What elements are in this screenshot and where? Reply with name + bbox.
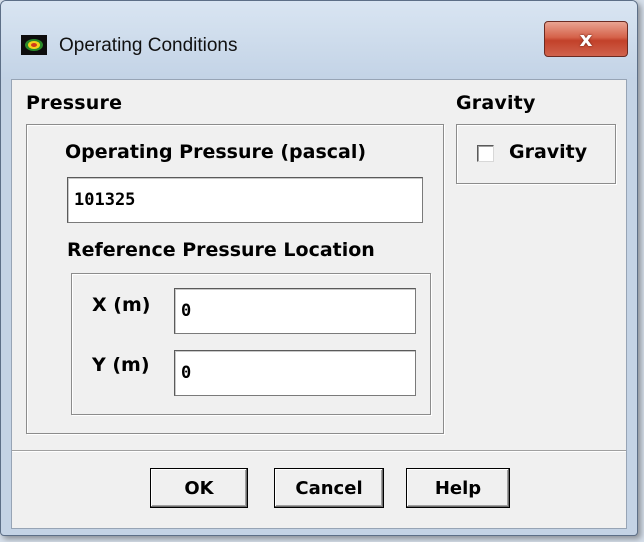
fluent-app-icon: [21, 35, 47, 55]
reference-location-frame: X (m) 0 Y (m) 0: [71, 273, 431, 415]
operating-pressure-input[interactable]: 101325: [67, 177, 423, 223]
pressure-group-title: Pressure: [26, 92, 123, 114]
pressure-group-frame: Operating Pressure (pascal) 101325 Refer…: [26, 124, 444, 434]
y-coordinate-input[interactable]: 0: [174, 350, 416, 396]
reference-location-title: Reference Pressure Location: [67, 239, 375, 261]
ok-button[interactable]: OK: [150, 468, 248, 508]
x-coordinate-label: X (m): [92, 294, 151, 316]
operating-pressure-label: Operating Pressure (pascal): [65, 141, 367, 163]
close-icon: x: [579, 27, 593, 51]
window-title: Operating Conditions: [59, 35, 238, 56]
title-bar[interactable]: Operating Conditions x: [1, 1, 637, 79]
operating-pressure-value: 101325: [74, 190, 136, 210]
y-coordinate-label: Y (m): [92, 354, 150, 376]
cancel-button[interactable]: Cancel: [274, 468, 384, 508]
y-coordinate-value: 0: [181, 363, 192, 383]
gravity-checkbox-label[interactable]: Gravity: [509, 141, 587, 163]
gravity-group-title: Gravity: [456, 92, 536, 114]
x-coordinate-input[interactable]: 0: [174, 288, 416, 334]
dialog-body: Pressure Operating Pressure (pascal) 101…: [11, 79, 627, 529]
help-button[interactable]: Help: [406, 468, 510, 508]
x-coordinate-value: 0: [181, 301, 192, 321]
button-row-divider: [12, 450, 626, 452]
operating-conditions-dialog: Operating Conditions x Pressure Operatin…: [0, 0, 638, 536]
gravity-checkbox[interactable]: [477, 145, 494, 162]
gravity-group-frame: Gravity: [456, 124, 616, 184]
close-button[interactable]: x: [544, 21, 628, 57]
